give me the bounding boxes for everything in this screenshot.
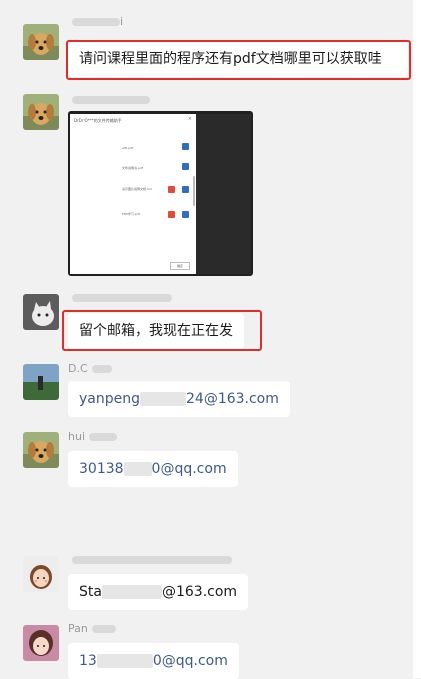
window-edge [413,0,421,678]
file-icon [182,163,189,170]
dialog-ok-button: 确定 [170,262,190,270]
sender-name [68,291,172,304]
cat-avatar-icon [23,294,59,330]
file-icon [182,211,189,218]
dog-avatar-icon [23,432,59,468]
avatar[interactable] [23,432,59,468]
message-bubble[interactable]: yanpeng 24@163.com [68,381,290,417]
file-row: 演示图片说明文档.md [122,187,152,191]
avatar[interactable] [23,294,59,330]
dog-avatar-icon [23,94,59,130]
avatar[interactable] [23,625,59,661]
pdf-icon [168,211,175,218]
file-row: PHP学习.pdf [122,212,140,216]
highlight-box [62,310,262,351]
file-row: wifi.pdf [122,146,133,150]
highlight-box [66,40,411,80]
dark-backdrop [196,114,251,274]
message-bubble[interactable]: 30138 0@qq.com [68,451,238,487]
avatar[interactable] [23,94,59,130]
anime-avatar-icon [23,625,59,661]
pdf-icon [168,186,175,193]
avatar[interactable] [23,556,59,592]
landscape-avatar-icon [23,364,59,400]
message-bubble[interactable]: 13 0@qq.com [68,643,239,679]
file-dialog-screenshot: DrDr'O***的文件传输助手 × wifi.pdf 文件说明书.pdf 演示… [70,114,196,274]
message-bubble[interactable]: Sta @163.com [68,574,249,610]
dialog-title: DrDr'O***的文件传输助手 [74,118,122,123]
avatar[interactable] [23,24,59,60]
sender-name: D.C [68,362,112,375]
close-icon: × [187,116,192,122]
dialog-scrollbar [193,176,195,206]
file-row: 文件说明书.pdf [122,166,143,170]
sender-name [68,93,150,106]
image-message[interactable]: DrDr'O***的文件传输助手 × wifi.pdf 文件说明书.pdf 演示… [68,111,253,276]
sender-name [68,553,232,566]
dog-avatar-icon [23,24,59,60]
avatar[interactable] [23,364,59,400]
sender-name: i [68,15,123,28]
sender-name: Pan [68,622,116,635]
file-icon [182,186,189,193]
girl-avatar-icon [23,556,59,592]
file-icon [182,143,189,150]
sender-name: hui [68,430,117,443]
